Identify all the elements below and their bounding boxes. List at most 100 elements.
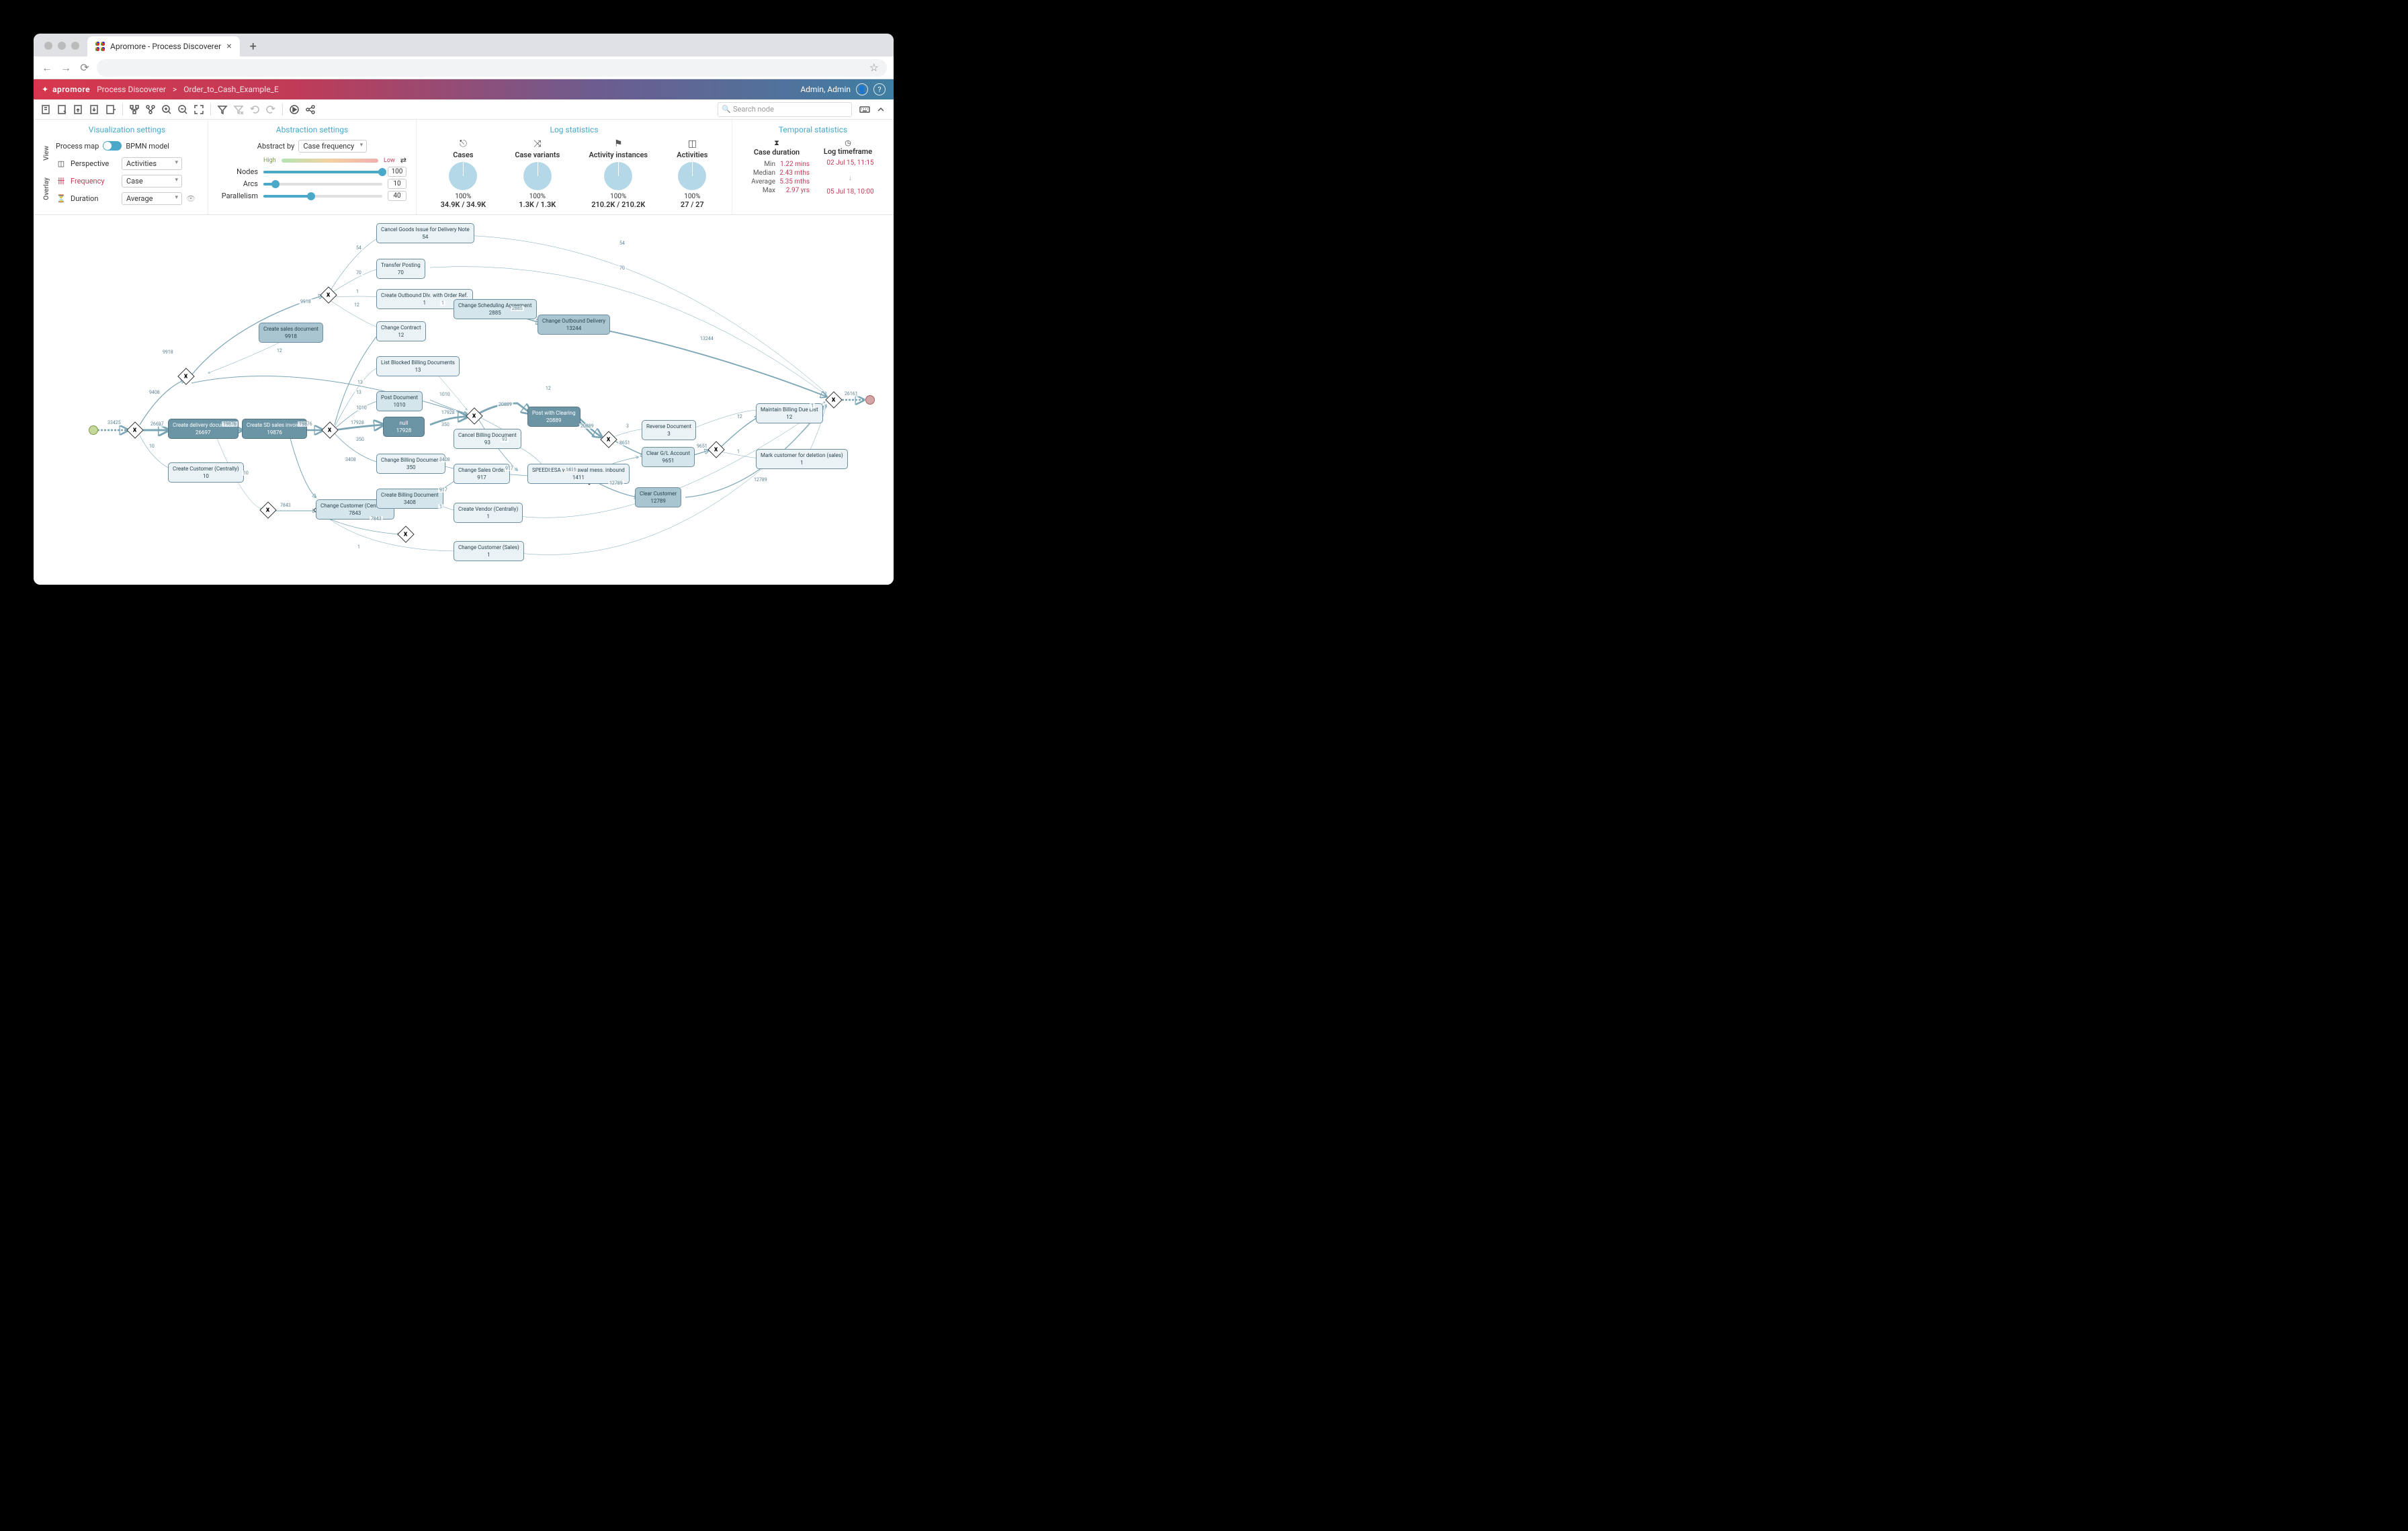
app-name: Process Discoverer — [97, 85, 166, 94]
window-controls[interactable] — [44, 42, 79, 50]
process-map-canvas[interactable]: x x x x x x x x x x x x Create delivery … — [34, 215, 894, 585]
redo-icon[interactable] — [263, 102, 278, 117]
help-icon[interactable]: ? — [873, 83, 886, 95]
activity-node[interactable]: null17928 — [383, 417, 425, 437]
undo-icon[interactable] — [247, 102, 262, 117]
activity-node[interactable]: Change Outbound Delivery13244 — [538, 315, 610, 335]
start-event[interactable] — [89, 425, 98, 435]
activity-node[interactable]: Change Sales Order917 — [454, 464, 510, 484]
zoom-in-icon[interactable] — [159, 102, 174, 117]
activity-node[interactable]: Reverse Document3 — [642, 420, 696, 440]
gateway[interactable]: x — [126, 421, 143, 438]
bookmark-icon[interactable]: ☆ — [869, 61, 879, 74]
keyboard-icon[interactable] — [857, 102, 872, 117]
model-toggle[interactable] — [103, 141, 122, 151]
gateway[interactable]: x — [825, 391, 842, 408]
cube-icon: ◫ — [56, 159, 67, 168]
layout-hier-icon[interactable] — [127, 102, 142, 117]
app-window: Apromore - Process Discoverer × + ← → ⟳ … — [34, 34, 894, 585]
nodes-value[interactable]: 100 — [388, 167, 406, 177]
edge-label: 54 — [618, 241, 626, 246]
arcs-slider[interactable] — [263, 183, 382, 185]
forward-icon[interactable]: → — [59, 61, 73, 75]
cases-icon: ⎋ — [441, 138, 486, 149]
edge-label: 12789 — [608, 481, 624, 486]
new-tab-button[interactable]: + — [245, 38, 261, 54]
gateway[interactable]: x — [177, 368, 194, 384]
arcs-value[interactable]: 10 — [388, 179, 406, 189]
high-label: High — [263, 157, 276, 164]
edge-label: 917 — [504, 466, 515, 471]
duration-label: Duration — [71, 194, 118, 203]
back-icon[interactable]: ← — [40, 61, 54, 75]
end-event[interactable] — [865, 395, 875, 405]
edge-label: 13 — [355, 390, 363, 395]
filter-icon[interactable] — [215, 102, 230, 117]
address-bar[interactable]: ☆ — [97, 59, 887, 77]
save-log-2-icon[interactable] — [55, 102, 70, 117]
close-tab-icon[interactable]: × — [226, 41, 231, 52]
edge-label: 7843 — [279, 503, 292, 508]
stat-activities[interactable]: ◫ Activities 100% 27 / 27 — [670, 138, 714, 209]
download-json-icon[interactable] — [103, 102, 118, 117]
activity-node[interactable]: Cancel Goods Issue for Delivery Note54 — [376, 223, 474, 243]
activity-node[interactable]: Post with Clearing20889 — [527, 407, 580, 427]
edge-label: 12 — [736, 414, 744, 419]
eye-off-icon[interactable]: 👁 — [186, 194, 196, 203]
stat-activity-instances[interactable]: ⚑ Activity instances 100% 210.2K / 210.2… — [582, 138, 654, 209]
fit-screen-icon[interactable] — [191, 102, 206, 117]
frequency-select[interactable]: Case — [122, 175, 182, 188]
para-slider[interactable] — [263, 195, 382, 198]
activity-node[interactable]: Clear Customer12789 — [635, 487, 681, 507]
filter-clear-icon[interactable] — [231, 102, 246, 117]
edge-label: 12 — [353, 302, 361, 308]
activity-node[interactable]: Post Document1010 — [376, 391, 423, 411]
activity-node[interactable]: Clear G/L Account9651 — [642, 447, 695, 467]
activity-node[interactable]: Change Scheduling Agreement2885 — [454, 299, 537, 319]
activity-node[interactable]: Cancel Billing Document93 — [454, 429, 521, 449]
edge-label: 350 — [355, 437, 366, 442]
save-log-icon[interactable] — [39, 102, 54, 117]
activity-node[interactable]: Create Billing Document3408 — [376, 489, 443, 509]
activity-node[interactable]: Transfer Posting70 — [376, 259, 425, 279]
gateway[interactable]: x — [397, 526, 414, 542]
activity-node[interactable]: Change Customer (Sales)1 — [454, 541, 524, 561]
download-pdf-icon[interactable] — [87, 102, 102, 117]
para-value[interactable]: 40 — [388, 191, 406, 201]
abstract-by-select[interactable]: Case frequency — [298, 140, 367, 153]
nodes-slider[interactable] — [263, 171, 382, 173]
collapse-icon[interactable] — [873, 102, 888, 117]
perspective-select[interactable]: Activities — [122, 157, 182, 170]
activity-node[interactable]: Create Vendor (Centrally)1 — [454, 503, 523, 523]
activity-node[interactable]: Create Customer (Centrally)10 — [168, 462, 244, 483]
reload-icon[interactable]: ⟳ — [78, 61, 91, 74]
search-input[interactable]: Search node — [718, 102, 852, 117]
activity-node[interactable]: Create sales document9918 — [259, 323, 323, 343]
gateway[interactable]: x — [466, 407, 482, 424]
export-bpmn-icon[interactable] — [71, 102, 86, 117]
gateway[interactable]: x — [320, 286, 337, 303]
zoom-out-icon[interactable] — [175, 102, 190, 117]
share-icon[interactable] — [303, 102, 318, 117]
layout-dagre-icon[interactable] — [143, 102, 158, 117]
animate-icon[interactable] — [287, 102, 302, 117]
duration-select[interactable]: Average — [122, 192, 182, 205]
edge-label: 19876 — [222, 421, 238, 427]
activity-node[interactable]: Change Billing Document350 — [376, 454, 445, 474]
user-icon[interactable]: 👤 — [856, 83, 868, 95]
activity-node[interactable]: Mark customer for deletion (sales)1 — [756, 449, 848, 469]
stat-variants[interactable]: ⤨ Case variants 100% 1.3K / 1.3K — [508, 138, 566, 209]
gateway[interactable]: x — [259, 501, 276, 518]
gateway[interactable]: x — [707, 441, 724, 458]
gateway[interactable]: x — [600, 431, 617, 448]
activity-node[interactable]: Change Contract12 — [376, 321, 426, 341]
activity-node[interactable]: List Blocked Billing Documents13 — [376, 356, 460, 376]
gateway[interactable]: x — [321, 421, 338, 438]
edge-label: 1 — [356, 544, 361, 550]
edge-label: 7843 — [370, 516, 383, 522]
browser-tab[interactable]: Apromore - Process Discoverer × — [87, 36, 240, 56]
duration-icon: ⧗ — [754, 138, 800, 148]
ordering-gradient — [282, 159, 378, 163]
swap-icon[interactable]: ⇄ — [400, 156, 406, 165]
stat-cases[interactable]: ⎋ Cases 100% 34.9K / 34.9K — [434, 138, 493, 209]
